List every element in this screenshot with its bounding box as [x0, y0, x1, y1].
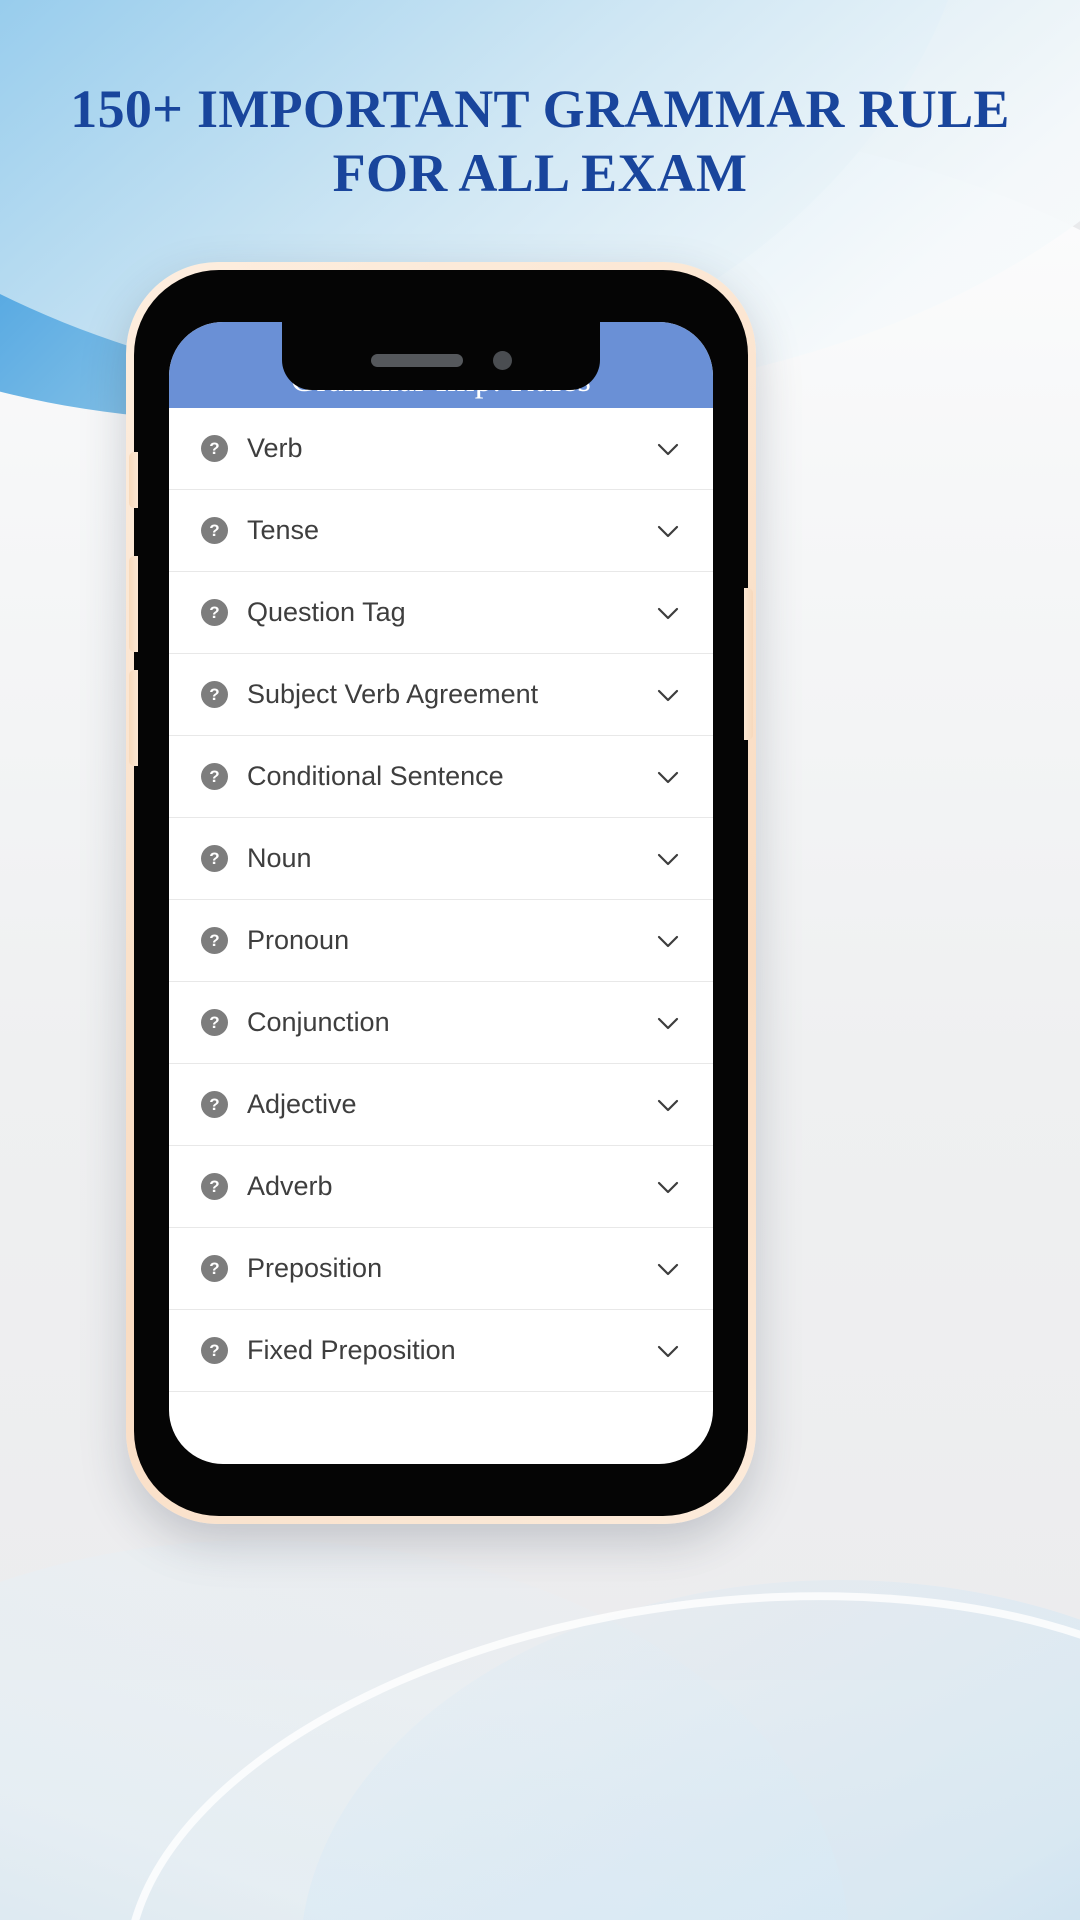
- chevron-down-icon[interactable]: [651, 1252, 685, 1286]
- promo-headline-line-2: FOR ALL EXAM: [332, 142, 748, 203]
- help-circle-icon: ?: [201, 763, 228, 790]
- chevron-down-icon[interactable]: [651, 1334, 685, 1368]
- volume-up-button[interactable]: [129, 556, 138, 652]
- chevron-down-icon[interactable]: [651, 1006, 685, 1040]
- list-item-label: Verb: [247, 433, 303, 463]
- help-circle-icon: ?: [201, 517, 228, 544]
- list-item-label: Conjunction: [247, 1007, 390, 1037]
- list-item[interactable]: ? Verb: [169, 408, 713, 490]
- front-camera-icon: [492, 350, 512, 370]
- chevron-down-icon[interactable]: [651, 924, 685, 958]
- list-item-label: Subject Verb Agreement: [247, 679, 539, 709]
- list-item[interactable]: ? Noun: [169, 818, 713, 900]
- mute-switch[interactable]: [129, 452, 138, 508]
- help-circle-icon: ?: [201, 599, 228, 626]
- chevron-down-icon[interactable]: [651, 596, 685, 630]
- promo-screenshot: 150+ IMPORTANT GRAMMAR RULE FOR ALL EXAM…: [0, 0, 1080, 1920]
- speaker-grille-icon: [370, 353, 463, 367]
- list-item[interactable]: ? Conjunction: [169, 982, 713, 1064]
- volume-down-button[interactable]: [129, 670, 138, 766]
- promo-headline: 150+ IMPORTANT GRAMMAR RULE FOR ALL EXAM: [0, 78, 1080, 205]
- power-button[interactable]: [744, 588, 753, 740]
- help-circle-icon: ?: [201, 681, 228, 708]
- help-circle-icon: ?: [201, 1009, 228, 1036]
- list-item[interactable]: ? Conditional Sentence: [169, 736, 713, 818]
- chevron-down-icon[interactable]: [651, 1088, 685, 1122]
- list-item[interactable]: ? Adverb: [169, 1146, 713, 1228]
- help-circle-icon: ?: [201, 1091, 228, 1118]
- list-item[interactable]: ? Tense: [169, 490, 713, 572]
- phone-body: Grammar Imp. Rules ?Verb?Tense?Question …: [129, 270, 753, 1516]
- list-item-label: Tense: [247, 515, 320, 545]
- promo-headline-line-1: 150+ IMPORTANT GRAMMAR RULE: [70, 79, 1010, 139]
- chevron-down-icon[interactable]: [651, 1170, 685, 1204]
- chevron-down-icon[interactable]: [651, 432, 685, 466]
- help-circle-icon: ?: [201, 845, 228, 872]
- list-item-label: Adverb: [247, 1171, 333, 1201]
- phone-notch: [282, 322, 600, 390]
- list-item-label: Question Tag: [247, 597, 406, 627]
- list-item[interactable]: ? Pronoun: [169, 900, 713, 982]
- list-item-label: Pronoun: [247, 925, 350, 955]
- list-item[interactable]: ? Fixed Preposition: [169, 1310, 713, 1392]
- help-circle-icon: ?: [201, 1173, 228, 1200]
- list-item-label: Adjective: [247, 1089, 357, 1119]
- list-item-label: Preposition: [247, 1253, 383, 1283]
- phone-screen: Grammar Imp. Rules ?Verb?Tense?Question …: [169, 322, 713, 1464]
- help-circle-icon: ?: [201, 1255, 228, 1282]
- list-item[interactable]: ? Question Tag: [169, 572, 713, 654]
- list-item-label: Conditional Sentence: [247, 761, 504, 791]
- list-item[interactable]: ? Adjective: [169, 1064, 713, 1146]
- chevron-down-icon[interactable]: [651, 514, 685, 548]
- list-item-label: Fixed Preposition: [247, 1335, 456, 1365]
- list-item-label: Noun: [247, 843, 312, 873]
- help-circle-icon: ?: [201, 435, 228, 462]
- chevron-down-icon[interactable]: [651, 678, 685, 712]
- list-item[interactable]: ? Preposition: [169, 1228, 713, 1310]
- chevron-down-icon[interactable]: [651, 842, 685, 876]
- help-circle-icon: ?: [201, 1337, 228, 1364]
- grammar-rules-list: ? Verb? Tense? Question Tag? Subject Verb Ag…: [169, 408, 713, 1392]
- chevron-down-icon[interactable]: [651, 760, 685, 794]
- list-item[interactable]: ? Subject Verb Agreement: [169, 654, 713, 736]
- phone-mockup: Grammar Imp. Rules ?Verb?Tense?Question …: [126, 262, 756, 1524]
- help-circle-icon: ?: [201, 927, 228, 954]
